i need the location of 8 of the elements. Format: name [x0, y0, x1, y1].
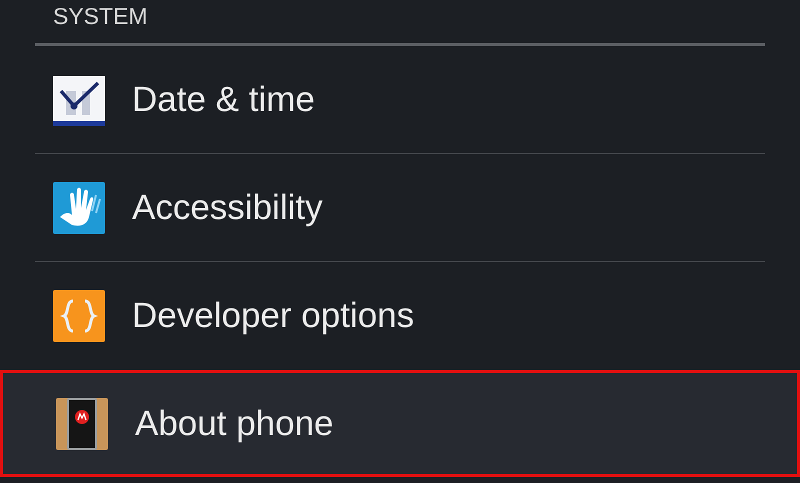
- settings-item[interactable]: Date & time: [35, 46, 765, 154]
- hand-icon: [52, 180, 106, 234]
- settings-item[interactable]: Developer options: [35, 262, 765, 370]
- section-header: SYSTEM: [53, 2, 148, 31]
- braces-icon: [52, 289, 106, 343]
- settings-item[interactable]: Accessibility: [35, 154, 765, 262]
- settings-item[interactable]: About phone: [0, 370, 800, 477]
- phone-icon: [55, 396, 109, 450]
